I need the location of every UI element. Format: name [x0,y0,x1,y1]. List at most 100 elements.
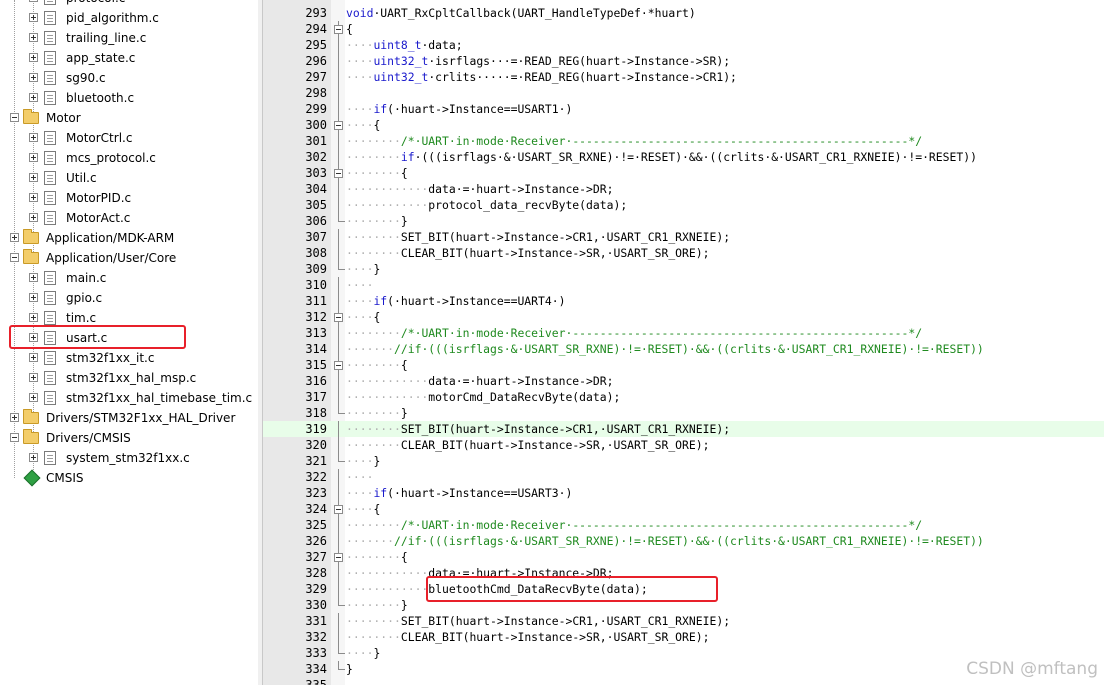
c-file-icon [44,131,56,145]
code-line[interactable]: 295 ····uint8_t·data; [263,37,1104,53]
code-line[interactable]: 303 ········{ [263,165,1104,181]
tree-item[interactable]: MotorAct.c [0,208,258,228]
collapse-icon[interactable] [10,253,19,262]
code-line[interactable]: 304 ············data·=·huart->Instance->D… [263,181,1104,197]
tree-item[interactable]: stm32f1xx_hal_msp.c [0,368,258,388]
code-line[interactable]: 302 ········if·(((isrflags·&·USART_SR_RXN… [263,149,1104,165]
code-line[interactable]: 305 ············protocol_data_recvByte(da… [263,197,1104,213]
tree-item[interactable]: stm32f1xx_it.c [0,348,258,368]
code-line[interactable]: 293 void·UART_RxCpltCallback(UART_HandleT… [263,5,1104,21]
tree-item[interactable]: Drivers/CMSIS [0,428,258,448]
expand-icon[interactable] [29,0,38,2]
tree-item[interactable]: mcs_protocol.c [0,148,258,168]
fold-collapse-icon[interactable] [334,553,343,562]
expand-icon[interactable] [29,93,38,102]
tree-item[interactable]: system_stm32f1xx.c [0,448,258,468]
code-line[interactable]: 317 ············motorCmd_DataRecvByte(dat… [263,389,1104,405]
line-number: 332 [305,630,327,644]
tree-item[interactable]: pid_algorithm.c [0,8,258,28]
expand-icon[interactable] [29,293,38,302]
code-line[interactable]: 313 ········/*·UART·in·mode·Receiver·----… [263,325,1104,341]
expand-icon[interactable] [29,373,38,382]
tree-item[interactable]: gpio.c [0,288,258,308]
expand-icon[interactable] [29,153,38,162]
code-line[interactable]: 325 ········/*·UART·in·mode·Receiver·----… [263,517,1104,533]
fold-collapse-icon[interactable] [334,313,343,322]
expand-icon[interactable] [29,273,38,282]
fold-collapse-icon[interactable] [334,121,343,130]
tree-item-label: CMSIS [46,471,84,485]
code-line[interactable]: 320 ········CLEAR_BIT(huart->Instance->SR… [263,437,1104,453]
collapse-icon[interactable] [10,113,19,122]
code-line[interactable]: 298 [263,85,1104,101]
line-number: 325 [305,518,327,532]
code-line[interactable]: 314 ·······//if·(((isrflags·&·USART_SR_RX… [263,341,1104,357]
code-line[interactable]: 300 ····{ [263,117,1104,133]
code-line[interactable]: 297 ····uint32_t·crlits·····=·READ_REG(hu… [263,69,1104,85]
tree-item[interactable]: MotorCtrl.c [0,128,258,148]
tree-item[interactable]: protocol.c [0,0,258,8]
expand-icon[interactable] [29,13,38,22]
tree-item[interactable]: MotorPID.c [0,188,258,208]
expand-icon[interactable] [29,193,38,202]
fold-collapse-icon[interactable] [334,361,343,370]
fold-collapse-icon[interactable] [334,25,343,34]
code-line[interactable]: 308 ········CLEAR_BIT(huart->Instance->SR… [263,245,1104,261]
tree-item[interactable]: main.c [0,268,258,288]
code-line[interactable]: 301 ········/*·UART·in·mode·Receiver·----… [263,133,1104,149]
fold-collapse-icon[interactable] [334,169,343,178]
expand-icon[interactable] [29,393,38,402]
code-line[interactable]: 306 ········} [263,213,1104,229]
tree-item[interactable]: Util.c [0,168,258,188]
code-line[interactable]: 312 ····{ [263,309,1104,325]
expand-icon[interactable] [29,453,38,462]
expand-icon[interactable] [29,133,38,142]
expand-icon[interactable] [29,213,38,222]
line-number: 307 [305,230,327,244]
code-line[interactable]: 327 ········{ [263,549,1104,565]
code-line[interactable]: 307 ········SET_BIT(huart->Instance->CR1,… [263,229,1104,245]
tree-item[interactable]: Motor [0,108,258,128]
tree-item[interactable]: Application/MDK-ARM [0,228,258,248]
c-file-icon [44,71,56,85]
fold-collapse-icon[interactable] [334,505,343,514]
expand-icon[interactable] [29,53,38,62]
code-line[interactable]: 311 ····if(·huart->Instance==UART4·) [263,293,1104,309]
expand-icon[interactable] [29,173,38,182]
expand-icon[interactable] [10,233,19,242]
tree-item[interactable]: CMSIS [0,468,258,488]
code-line[interactable]: 294 { [263,21,1104,37]
expand-icon[interactable] [29,353,38,362]
tree-item[interactable]: stm32f1xx_hal_timebase_tim.c [0,388,258,408]
fold-guide [338,69,339,85]
code-line[interactable]: 321 ····} [263,453,1104,469]
code-line[interactable]: 323 ····if(·huart->Instance==USART3·) [263,485,1104,501]
code-line[interactable]: 299 ····if(·huart->Instance==USART1·) [263,101,1104,117]
code-line[interactable]: 326 ·······//if·(((isrflags·&·USART_SR_RX… [263,533,1104,549]
tree-item[interactable]: trailing_line.c [0,28,258,48]
expand-icon[interactable] [29,73,38,82]
tree-item[interactable]: Application/User/Core [0,248,258,268]
code-text: ········CLEAR_BIT(huart->Instance->SR,·U… [346,246,710,260]
code-line[interactable]: 331 ········SET_BIT(huart->Instance->CR1,… [263,613,1104,629]
code-line[interactable]: 315 ········{ [263,357,1104,373]
code-line[interactable]: 322 ···· [263,469,1104,485]
code-line[interactable]: 318 ········} [263,405,1104,421]
code-line[interactable]: 309 ····} [263,261,1104,277]
code-line[interactable]: 332 ········CLEAR_BIT(huart->Instance->SR… [263,629,1104,645]
expand-icon[interactable] [10,413,19,422]
code-line[interactable]: 319 ········SET_BIT(huart->Instance->CR1,… [263,421,1104,437]
code-line[interactable]: 296 ····uint32_t·isrflags···=·READ_REG(hu… [263,53,1104,69]
tree-item[interactable]: Drivers/STM32F1xx_HAL_Driver [0,408,258,428]
expand-icon[interactable] [29,313,38,322]
code-line[interactable]: 324 ····{ [263,501,1104,517]
code-line[interactable]: 316 ············data·=·huart->Instance->D… [263,373,1104,389]
tree-item[interactable]: sg90.c [0,68,258,88]
line-number: 295 [305,38,327,52]
c-file-icon [44,351,56,365]
code-line[interactable]: 310 ···· [263,277,1104,293]
tree-item[interactable]: app_state.c [0,48,258,68]
tree-item[interactable]: bluetooth.c [0,88,258,108]
collapse-icon[interactable] [10,433,19,442]
expand-icon[interactable] [29,33,38,42]
